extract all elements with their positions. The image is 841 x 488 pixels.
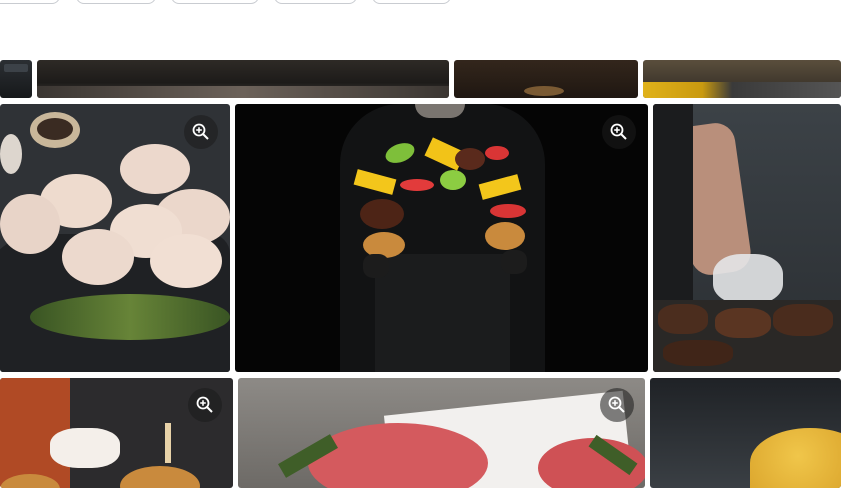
zoom-button[interactable] bbox=[184, 115, 218, 149]
image-detail bbox=[37, 118, 73, 140]
image-detail bbox=[30, 294, 230, 340]
hands-assembling-burger-photo[interactable] bbox=[0, 378, 233, 488]
top-thumb-4[interactable] bbox=[643, 60, 841, 98]
zoom-in-icon bbox=[192, 123, 209, 140]
image-detail bbox=[713, 254, 783, 304]
zoom-button[interactable] bbox=[602, 115, 636, 149]
zoom-button[interactable] bbox=[188, 388, 222, 422]
chef-grilling-patties-photo[interactable] bbox=[653, 104, 841, 372]
chef-flying-burger-ingredients-photo[interactable] bbox=[235, 104, 648, 372]
top-thumb-2[interactable] bbox=[37, 60, 449, 98]
image-detail bbox=[120, 144, 190, 194]
image-detail bbox=[4, 64, 28, 72]
filter-chip-4[interactable] bbox=[274, 0, 357, 4]
sesame-bun-photo[interactable] bbox=[650, 378, 841, 488]
image-detail bbox=[485, 222, 525, 250]
image-detail bbox=[440, 170, 466, 190]
zoom-in-icon bbox=[608, 396, 625, 413]
raw-beef-patties-photo[interactable] bbox=[238, 378, 645, 488]
image-detail bbox=[375, 254, 510, 372]
filter-chip-2[interactable] bbox=[76, 0, 156, 4]
zoom-in-icon bbox=[196, 396, 213, 413]
image-detail bbox=[50, 428, 120, 468]
image-detail bbox=[400, 179, 434, 191]
image-detail bbox=[524, 86, 564, 96]
image-detail bbox=[0, 134, 22, 174]
image-detail bbox=[415, 104, 465, 118]
image-detail bbox=[750, 428, 841, 488]
image-detail bbox=[363, 254, 389, 278]
image-detail bbox=[455, 148, 485, 170]
image-detail bbox=[501, 250, 527, 274]
image-detail bbox=[0, 194, 60, 254]
zoom-button[interactable] bbox=[600, 388, 634, 422]
top-thumb-1[interactable] bbox=[0, 60, 32, 98]
zoom-in-icon bbox=[610, 123, 627, 140]
image-detail bbox=[165, 423, 171, 463]
image-detail bbox=[643, 82, 841, 98]
image-detail bbox=[658, 304, 708, 334]
image-detail bbox=[360, 199, 404, 229]
filter-chip-1[interactable] bbox=[0, 0, 60, 4]
image-detail bbox=[62, 229, 134, 285]
image-detail bbox=[37, 86, 449, 98]
filter-chip-5[interactable] bbox=[372, 0, 451, 4]
top-thumb-3[interactable] bbox=[454, 60, 638, 98]
filter-chip-3[interactable] bbox=[171, 0, 259, 4]
image-detail bbox=[715, 308, 771, 338]
image-detail bbox=[485, 146, 509, 160]
image-detail bbox=[120, 466, 200, 488]
image-detail bbox=[150, 234, 222, 288]
image-detail bbox=[490, 204, 526, 218]
raw-chicken-patties-photo[interactable] bbox=[0, 104, 230, 372]
image-detail bbox=[663, 340, 733, 366]
image-detail bbox=[773, 304, 833, 336]
